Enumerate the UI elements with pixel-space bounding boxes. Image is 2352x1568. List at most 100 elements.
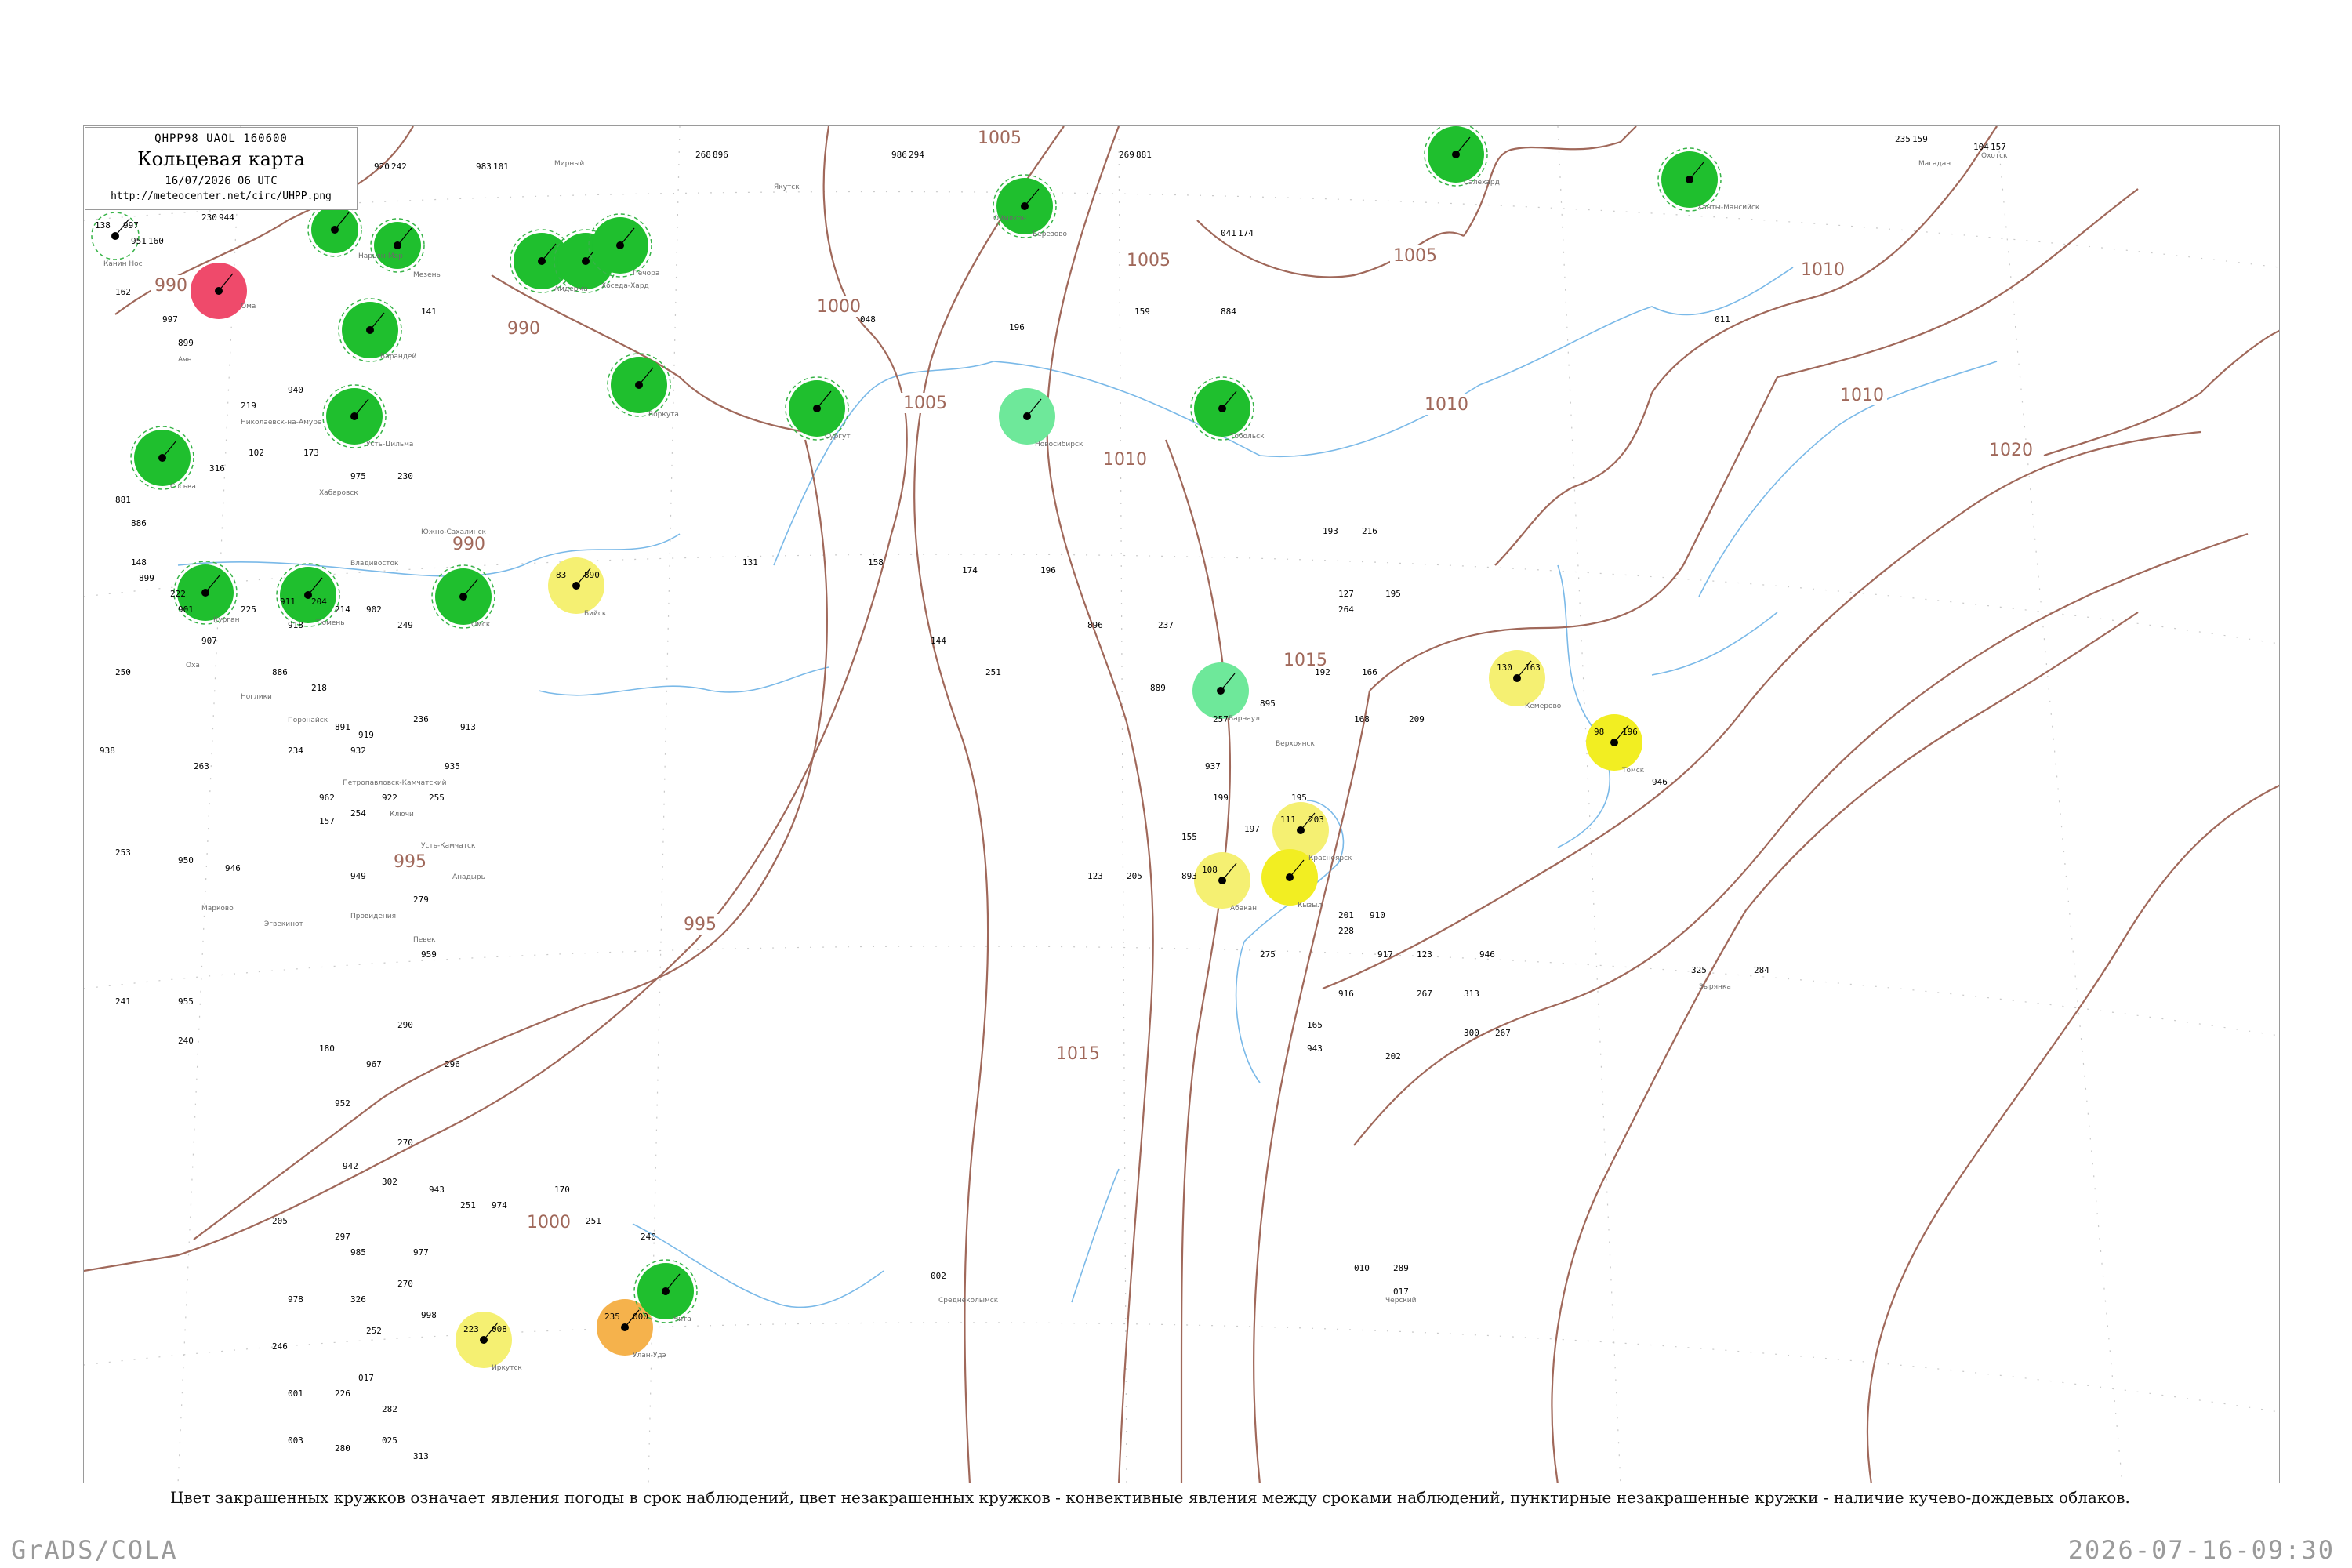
observation-value: 889 <box>1150 683 1166 693</box>
observation-value: 949 <box>350 871 366 881</box>
station-temperature: 223 <box>463 1324 479 1334</box>
observation-value: 249 <box>397 620 413 630</box>
station-marker <box>191 263 247 319</box>
isobar-label: 990 <box>154 276 187 296</box>
observation-value: 255 <box>429 793 445 803</box>
observation-value: 983 <box>476 162 492 172</box>
observation-value: 225 <box>241 604 256 615</box>
observation-value: 202 <box>1385 1051 1401 1062</box>
observation-value: 946 <box>225 863 241 873</box>
observation-value: 195 <box>1291 793 1307 803</box>
station-name: Хоседа-Хард <box>601 282 649 290</box>
map-title: Кольцевая карта <box>137 148 305 170</box>
observation-value: 269 <box>1119 150 1134 160</box>
map-url: http://meteocenter.net/circ/UHPP.png <box>111 191 332 202</box>
observation-value: 886 <box>131 518 147 528</box>
observation-value: 913 <box>460 722 476 732</box>
observation-value: 267 <box>1417 989 1432 999</box>
observation-value: 932 <box>350 746 366 756</box>
observation-value: 236 <box>413 714 429 724</box>
observation-value: 228 <box>1338 926 1354 936</box>
observation-value: 896 <box>713 150 728 160</box>
stations: 138 997 83 890 130 163 98 196 111 203 108 223 008 235… <box>91 126 1722 1368</box>
observation-value: 253 <box>115 848 131 858</box>
station-name: Ханты-Мансийск <box>1697 204 1760 212</box>
map-date: 16/07/2026 06 UTC <box>165 175 278 187</box>
observation-value: 174 <box>962 565 978 575</box>
observation-value: 102 <box>249 448 264 458</box>
observation-value: 918 <box>288 620 303 630</box>
observation-value: 173 <box>303 448 319 458</box>
station-name: Новосибирск <box>1035 441 1083 448</box>
observation-value: 955 <box>178 996 194 1007</box>
observation-value: 959 <box>421 949 437 960</box>
observation-value: 952 <box>335 1098 350 1109</box>
observation-value: 944 <box>219 212 234 223</box>
observation-value: 975 <box>350 471 366 481</box>
observation-value: 907 <box>201 636 217 646</box>
isobar-label: 1005 <box>1393 246 1437 266</box>
station-name: Курган <box>213 616 240 624</box>
station-name: Анадырь <box>452 873 485 881</box>
map-frame: 990 990 990 995 995 1000 1000 1005 1005 1005 1005 1… <box>83 125 2280 1483</box>
observation-value: 157 <box>1991 142 2006 152</box>
observation-value: 131 <box>742 557 758 568</box>
observation-value: 240 <box>178 1036 194 1046</box>
station-name: Воркута <box>648 411 679 419</box>
observation-value: 881 <box>115 495 131 505</box>
map-title-box: QHPP98 UAOL 160600 Кольцевая карта 16/07… <box>85 127 358 210</box>
observation-value: 886 <box>272 667 288 677</box>
station-marker: 98 196 <box>1586 714 1642 771</box>
observation-value: 196 <box>1040 565 1056 575</box>
observation-value: 254 <box>350 808 366 818</box>
observation-value: 895 <box>1260 699 1276 709</box>
observation-value: 911 <box>280 597 296 607</box>
observation-value: 290 <box>397 1020 413 1030</box>
observation-value: 302 <box>382 1177 397 1187</box>
bulletin-code: QHPP98 UAOL 160600 <box>154 132 288 145</box>
station-name: Кызыл <box>1298 902 1322 909</box>
station-name: Верхоянск <box>1276 740 1316 748</box>
observation-value: 943 <box>429 1185 445 1195</box>
isobar-label: 1005 <box>903 394 947 413</box>
isobar-label: 1010 <box>1801 260 1845 280</box>
observation-value: 048 <box>860 314 876 325</box>
observation-value: 157 <box>319 816 335 826</box>
observation-value: 226 <box>335 1388 350 1399</box>
station-temperature: 108 <box>1202 865 1218 875</box>
station-marker: 111 203 <box>1272 802 1329 858</box>
observation-value: 001 <box>288 1388 303 1399</box>
station-name: Эгвекинот <box>264 920 303 928</box>
station-name: Марково <box>201 905 234 913</box>
station-name: Томск <box>1621 767 1645 775</box>
station-name: Иркутск <box>492 1364 522 1372</box>
station-name: Канин Нос <box>103 260 143 268</box>
observation-value: 884 <box>1221 307 1236 317</box>
station-name: Ключи <box>390 811 414 818</box>
observation-value: 168 <box>1354 714 1370 724</box>
observation-value: 180 <box>319 1044 335 1054</box>
observation-value: 123 <box>1087 871 1103 881</box>
station-temperature: 111 <box>1280 815 1296 825</box>
station-name: Николаевск-на-Амуре <box>241 419 322 426</box>
station-temperature: 235 <box>604 1312 620 1322</box>
observation-value: 951 <box>131 236 147 246</box>
observation-value: 978 <box>288 1294 303 1305</box>
isobar-label: 1010 <box>1103 450 1147 470</box>
observation-value: 041 <box>1221 228 1236 238</box>
observation-value: 230 <box>397 471 413 481</box>
station-temperature: 130 <box>1497 662 1512 673</box>
station-name: Барнаул <box>1229 715 1260 723</box>
observation-value: 974 <box>492 1200 507 1210</box>
observation-value: 251 <box>985 667 1001 677</box>
observation-value: 251 <box>460 1200 476 1210</box>
station-name: Сосьва <box>170 483 196 491</box>
observation-value: 313 <box>1464 989 1479 999</box>
station-marker: 130 163 <box>1489 650 1545 706</box>
station-marker: 83 890 <box>548 557 604 614</box>
observation-value: 946 <box>1479 949 1495 960</box>
observation-value: 942 <box>343 1161 358 1171</box>
station-marker <box>633 1259 698 1323</box>
observation-value: 010 <box>1354 1263 1370 1273</box>
station-temperature: 98 <box>1594 727 1604 737</box>
